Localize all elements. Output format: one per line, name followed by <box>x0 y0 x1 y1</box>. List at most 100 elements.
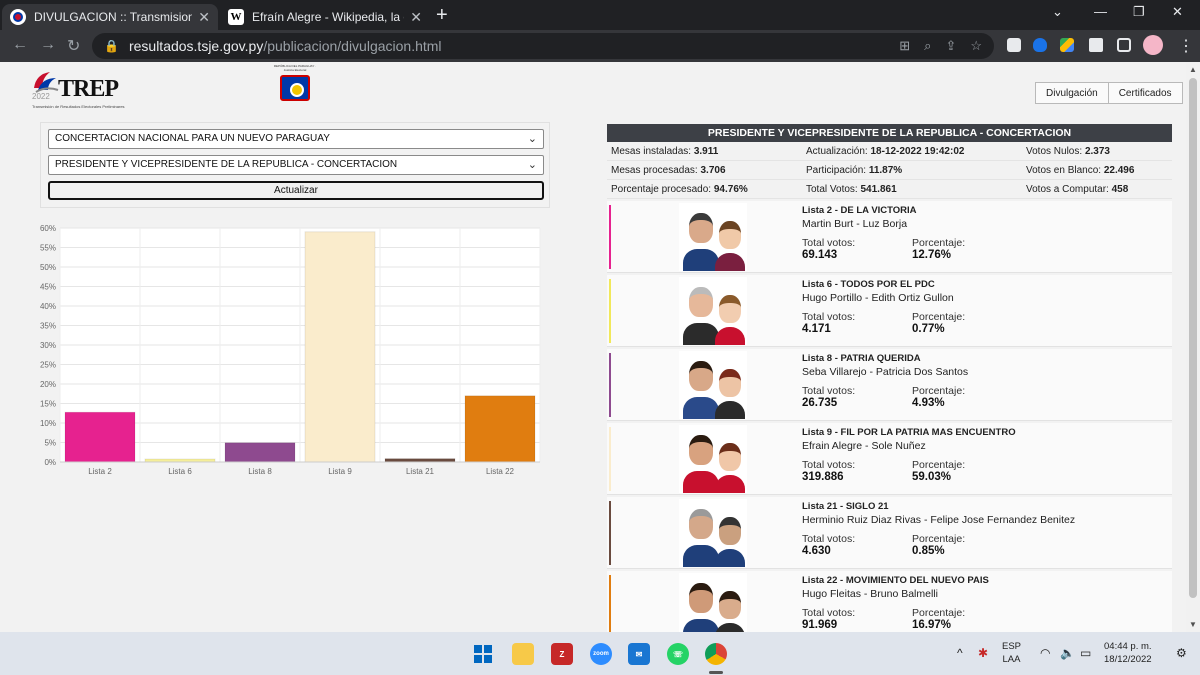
restore-button[interactable]: ❐ <box>1133 4 1145 20</box>
candidate-votes: 91.969 <box>802 619 838 631</box>
party-select-value: CONCERTACION NACIONAL PARA UN NUEVO PARA… <box>55 133 330 144</box>
puzzle-extensions-icon[interactable] <box>1089 38 1103 52</box>
stats-row: Mesas instaladas: 3.911 Actualización: 1… <box>607 142 1172 161</box>
stats-row: Mesas procesadas: 3.706 Participación: 1… <box>607 161 1172 180</box>
share-icon[interactable]: ⇪ <box>945 38 956 54</box>
side-panel-icon[interactable] <box>1117 38 1131 52</box>
stat-label: Mesas instaladas: <box>611 145 692 157</box>
back-icon[interactable]: ← <box>12 36 28 54</box>
shield-extension-icon[interactable] <box>1033 38 1047 52</box>
profile-avatar-icon[interactable] <box>1143 35 1163 55</box>
whatsapp-icon[interactable]: ☏ <box>667 643 689 665</box>
stat-porcentaje-procesado: 94.76% <box>713 183 748 195</box>
y-tick-label: 55% <box>40 244 56 253</box>
actualizar-button[interactable]: Actualizar <box>48 181 544 200</box>
candidate-votes: 4.171 <box>802 323 831 335</box>
candidate-names: Seba Villarejo - Patricia Dos Santos <box>802 366 969 378</box>
stat-label: Votos a Computar: <box>1026 183 1109 195</box>
menu-icon[interactable]: ⋮ <box>1178 36 1194 56</box>
page-scrollbar[interactable]: ▲ ▼ <box>1186 62 1200 632</box>
star-icon[interactable]: ☆ <box>970 38 982 54</box>
forward-icon[interactable]: → <box>40 36 56 54</box>
porcentaje-label: Porcentaje: <box>912 459 966 471</box>
divulgacion-button[interactable]: Divulgación <box>1035 82 1109 104</box>
volume-icon[interactable]: 🔈 <box>1060 646 1075 660</box>
stats-table: Mesas instaladas: 3.911 Actualización: 1… <box>607 142 1172 199</box>
tab-wikipedia[interactable]: W Efraín Alegre - Wikipedia, la encic ✕ <box>220 4 430 30</box>
list-color-bar <box>609 205 611 269</box>
candidate-row: Lista 2 - DE LA VICTORIA Martin Burt - L… <box>607 201 1172 273</box>
candidate-list-name: Lista 6 - TODOS POR EL PDC <box>802 279 935 290</box>
results-title: PRESIDENTE Y VICEPRESIDENTE DE LA REPUBL… <box>607 124 1172 142</box>
stat-label: Participación: <box>806 164 867 176</box>
windows-start-icon[interactable] <box>472 643 494 665</box>
close-tab-icon[interactable]: ✕ <box>410 9 422 26</box>
office-select-value: PRESIDENTE Y VICEPRESIDENTE DE LA REPUBL… <box>55 159 398 170</box>
total-votos-label: Total votos: <box>802 459 856 471</box>
lock-icon[interactable]: 🔒 <box>104 39 119 53</box>
app-tray-icon[interactable]: ✱ <box>978 646 988 660</box>
close-tab-icon[interactable]: ✕ <box>198 9 210 26</box>
tab-strip: DIVULGACION :: Transmision de R ✕ W Efra… <box>0 0 1200 30</box>
zoom-app-icon[interactable]: zoom <box>590 643 612 665</box>
stat-label: Votos en Blanco: <box>1026 164 1102 176</box>
mail-icon[interactable]: ✉ <box>628 643 650 665</box>
file-explorer-icon[interactable] <box>512 643 534 665</box>
office-select[interactable]: PRESIDENTE Y VICEPRESIDENTE DE LA REPUBL… <box>48 155 544 175</box>
stat-label: Actualización: <box>806 145 868 157</box>
trep-logo-text: TREP <box>58 76 119 102</box>
x-tick-label: Lista 8 <box>248 467 272 476</box>
candidate-votes: 319.886 <box>802 471 844 483</box>
x-tick-label: Lista 22 <box>486 467 515 476</box>
zoom-icon[interactable]: ⌕ <box>924 38 931 54</box>
wikipedia-favicon: W <box>228 9 244 25</box>
tab-title: DIVULGACION :: Transmision de R <box>34 10 193 24</box>
y-tick-label: 35% <box>40 322 56 331</box>
candidate-percentage: 4.93% <box>912 397 945 409</box>
candidate-photo <box>679 351 747 419</box>
list-color-bar <box>609 575 611 632</box>
trep-logo: TREP 2022 Transmisión de Resultados Elec… <box>30 66 125 110</box>
candidate-names: Martin Burt - Luz Borja <box>802 218 908 230</box>
app-red-icon[interactable]: Z <box>551 643 573 665</box>
address-bar[interactable]: 🔒 resultados.tsje.gov.py/publicacion/div… <box>92 33 994 59</box>
stat-total-votos: 541.861 <box>860 183 897 195</box>
scroll-down-icon[interactable]: ▼ <box>1189 620 1197 629</box>
scroll-up-icon[interactable]: ▲ <box>1189 65 1197 74</box>
party-select[interactable]: CONCERTACION NACIONAL PARA UN NUEVO PARA… <box>48 129 544 149</box>
candidate-photo <box>679 425 747 493</box>
reload-icon[interactable]: ↻ <box>67 36 80 56</box>
clock[interactable]: 04:44 p. m. 18/12/2022 <box>1104 640 1152 666</box>
tab-search-icon[interactable]: ⌄ <box>1052 4 1063 20</box>
language-indicator[interactable]: ESP LAA <box>1002 640 1021 666</box>
new-tab-button[interactable]: + <box>436 4 448 27</box>
stats-row: Porcentaje procesado: 94.76% Total Votos… <box>607 180 1172 199</box>
stat-mesas-procesadas: 3.706 <box>700 164 726 176</box>
candidate-percentage: 0.85% <box>912 545 945 557</box>
stat-participacion: 11.87% <box>868 164 903 176</box>
certificados-button[interactable]: Certificados <box>1108 82 1183 104</box>
close-window-button[interactable]: ✕ <box>1172 4 1183 20</box>
chart-bar <box>224 442 296 463</box>
list-color-bar <box>609 427 611 491</box>
candidate-names: Herminio Ruiz Diaz Rivas - Felipe Jose F… <box>802 514 1076 526</box>
trep-logo-subtitle: Transmisión de Resultados Electorales Pr… <box>32 104 125 109</box>
y-tick-label: 20% <box>40 380 56 389</box>
drive-extension-icon[interactable] <box>1060 38 1074 52</box>
page-content: TREP 2022 Transmisión de Resultados Elec… <box>0 62 1186 632</box>
chrome-icon[interactable] <box>705 643 727 665</box>
battery-icon[interactable]: ▭ <box>1080 646 1091 660</box>
wifi-icon[interactable]: ◠ <box>1040 646 1050 660</box>
tab-divulgacion[interactable]: DIVULGACION :: Transmision de R ✕ <box>2 4 218 30</box>
candidate-list-name: Lista 9 - FIL POR LA PATRIA MAS ENCUENTR… <box>802 427 1016 438</box>
translate-icon[interactable]: ⊞ <box>899 38 910 54</box>
notification-icon[interactable]: ⚙ <box>1176 646 1187 660</box>
scrollbar-thumb[interactable] <box>1189 78 1197 598</box>
tab-title: Efraín Alegre - Wikipedia, la encic <box>252 10 404 24</box>
x-tick-label: Lista 2 <box>88 467 112 476</box>
candidate-photo <box>679 573 747 632</box>
document-extension-icon[interactable] <box>1007 38 1021 52</box>
stat-label: Porcentaje procesado: <box>611 183 712 195</box>
minimize-button[interactable]: — <box>1094 4 1107 19</box>
chevron-up-icon[interactable]: ^ <box>957 646 963 660</box>
